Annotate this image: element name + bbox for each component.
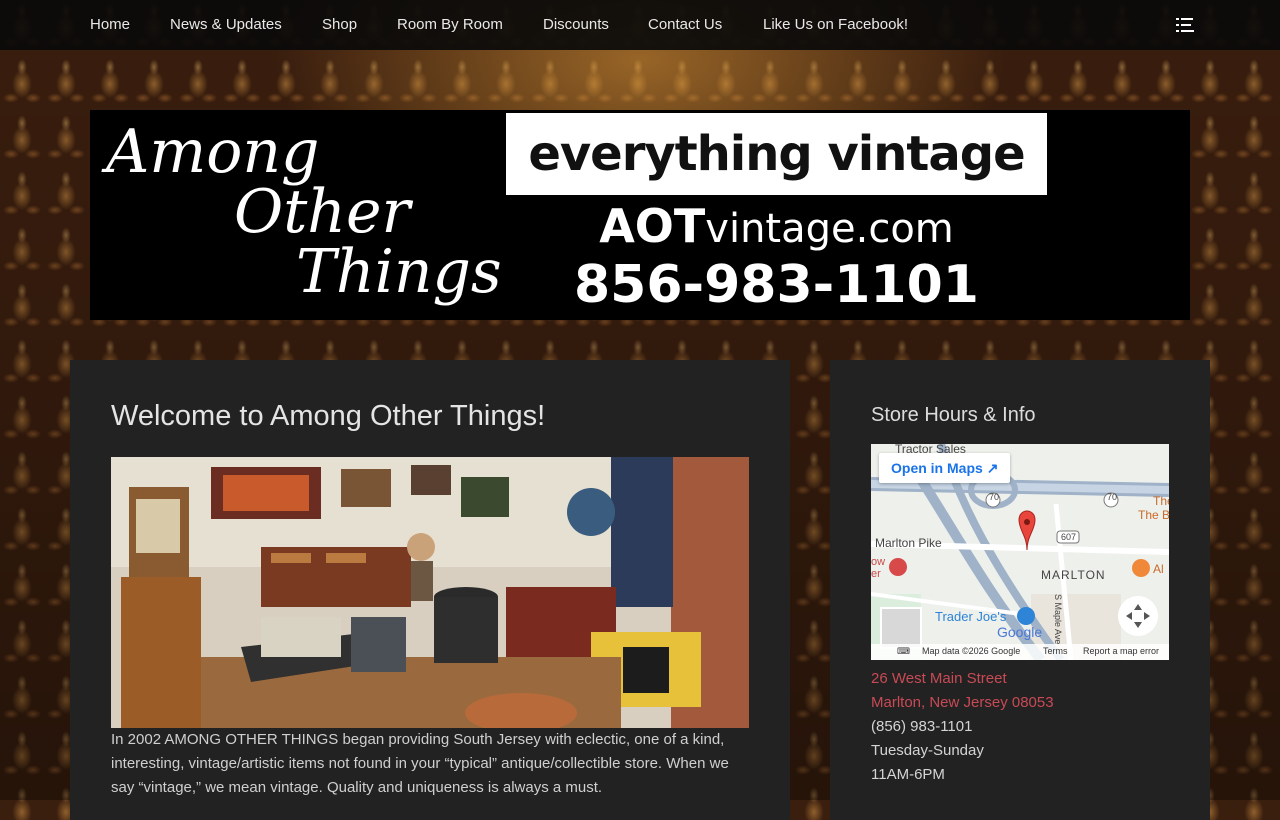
tagline-box: everything vintage [506, 113, 1047, 195]
nav-discounts[interactable]: Discounts [543, 0, 609, 50]
store-info-panel: Store Hours & Info Open in Maps ↗ Tracto… [830, 360, 1210, 820]
nav-shop[interactable]: Shop [322, 0, 357, 50]
store-hours-title: Store Hours & Info [871, 404, 1036, 426]
map-label-route607: 607 [1061, 532, 1077, 542]
report-map-error-link[interactable]: Report a map error [1083, 646, 1159, 656]
map-label-er: er [871, 568, 881, 580]
keyboard-icon[interactable]: ⌨ [897, 646, 910, 657]
intro-paragraph: In 2002 AMONG OTHER THINGS began providi… [111, 731, 729, 796]
google-map[interactable]: Open in Maps ↗ Tractor Sales 70 70 607 M… [871, 444, 1169, 660]
map-label-route70b: 70 [1107, 492, 1118, 502]
map-label-ow: ow [871, 556, 886, 568]
logo-text-other: Other [234, 177, 411, 247]
store-phone: (856) 983-1101 [871, 718, 973, 735]
map-label-s-maple: S Maple Ave [1053, 594, 1063, 645]
store-interior-photo [111, 457, 749, 728]
map-label-route70a: 70 [989, 492, 1000, 502]
map-footer: ⌨ Map data ©2026 Google Terms Report a m… [871, 644, 1169, 660]
map-label-the-b: The B [1138, 508, 1169, 522]
nav-news-updates[interactable]: News & Updates [170, 0, 282, 50]
page-title: Welcome to Among Other Things! [111, 400, 546, 432]
external-link-icon: ↗ [986, 460, 999, 476]
list-menu-icon[interactable] [1176, 17, 1194, 33]
map-label-tractor: Tractor Sales [895, 444, 966, 456]
google-logo: Google [997, 624, 1043, 640]
store-hours: 11AM-6PM [871, 766, 945, 783]
nav-home[interactable]: Home [90, 0, 130, 50]
nav-facebook[interactable]: Like Us on Facebook! [763, 0, 908, 50]
site-banner[interactable]: Among Other Things everything vintage AO… [90, 110, 1190, 320]
map-label-marlton: MARLTON [1041, 568, 1106, 582]
map-label-marlton-pike: Marlton Pike [875, 536, 942, 550]
open-in-maps-label: Open in Maps [891, 460, 983, 476]
top-navigation: Home News & Updates Shop Room By Room Di… [0, 0, 1280, 50]
open-in-maps-button[interactable]: Open in Maps ↗ [879, 453, 1011, 483]
address-line2-link[interactable]: Marlton, New Jersey 08053 [871, 694, 1054, 711]
nav-contact-us[interactable]: Contact Us [648, 0, 722, 50]
store-days: Tuesday-Sunday [871, 742, 984, 759]
banner-website: AOTvintage.com [506, 196, 1047, 259]
logo-text-things: Things [296, 237, 502, 307]
banner-website-bold: AOT [599, 199, 706, 253]
map-label-the: The [1153, 494, 1169, 508]
banner-phone: 856-983-1101 [574, 255, 979, 315]
nav-room-by-room[interactable]: Room By Room [397, 0, 503, 50]
main-content-panel: Welcome to Among Other Things! In 2002 A… [70, 360, 790, 820]
address-line1-link[interactable]: 26 West Main Street [871, 670, 1007, 687]
banner-website-rest: vintage.com [705, 206, 954, 252]
map-label-al: Al [1153, 562, 1164, 576]
map-data-attribution: Map data ©2026 Google [922, 646, 1021, 656]
map-terms-link[interactable]: Terms [1043, 646, 1068, 656]
map-label-trader-joes: Trader Joe's [935, 609, 1007, 624]
logo-text-among: Among [106, 117, 320, 187]
